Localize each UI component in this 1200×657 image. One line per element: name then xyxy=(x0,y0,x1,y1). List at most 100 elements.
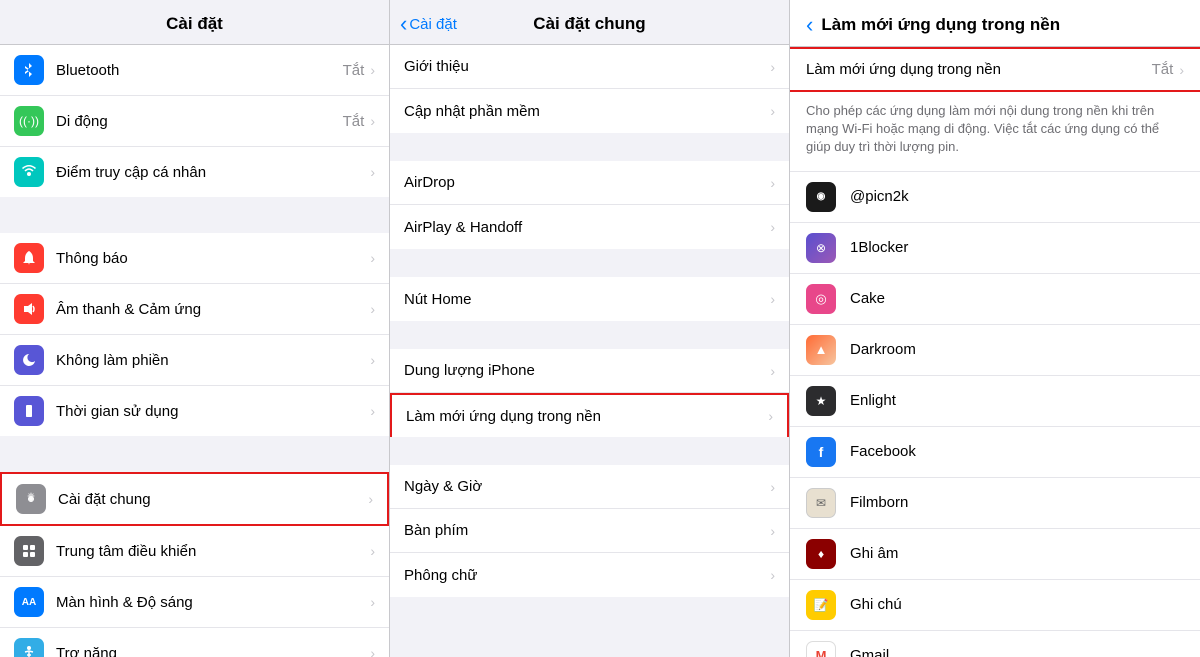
dnd-chevron xyxy=(370,352,375,368)
col2-list: Giới thiệu Cập nhật phần mềm AirDrop Air… xyxy=(390,45,789,657)
col2-back-button[interactable]: Cài đặt xyxy=(400,13,457,35)
filmborn-label: Filmborn xyxy=(850,494,1184,511)
sidebar-item-accessibility[interactable]: Trợ năng xyxy=(0,628,389,657)
darkroom-label: Darkroom xyxy=(850,341,1184,358)
bluetooth-label: Bluetooth xyxy=(56,62,343,79)
storage-label: Dung lượng iPhone xyxy=(404,362,770,379)
sidebar-item-control[interactable]: Trung tâm điều khiển xyxy=(0,526,389,577)
col2-item-background[interactable]: Làm mới ứng dụng trong nền xyxy=(390,393,789,437)
col2-back-label: Cài đặt xyxy=(409,16,457,33)
col2-header: Cài đặt Cài đặt chung xyxy=(390,0,789,45)
sounds-label: Âm thanh & Cảm ứng xyxy=(56,301,370,318)
col3-setting-label: Làm mới ứng dụng trong nền xyxy=(806,61,1152,78)
sidebar-item-hotspot[interactable]: Điểm truy cập cá nhân xyxy=(0,147,389,197)
ghichu-icon: 📝 xyxy=(806,590,836,620)
software-label: Cập nhật phần mềm xyxy=(404,103,770,120)
mobile-icon: ((·)) xyxy=(14,106,44,136)
software-chevron xyxy=(770,103,775,119)
col1-section-3: Cài đặt chung Trung tâm điều khiển AA Mà… xyxy=(0,472,389,657)
accessibility-chevron xyxy=(370,645,375,657)
app-item-facebook[interactable]: f Facebook xyxy=(790,427,1200,478)
sidebar-item-general[interactable]: Cài đặt chung xyxy=(0,472,389,526)
about-chevron xyxy=(770,59,775,75)
col3-setting-value: Tắt xyxy=(1152,61,1174,78)
control-chevron xyxy=(370,543,375,559)
app-item-filmborn[interactable]: ✉ Filmborn xyxy=(790,478,1200,529)
sidebar-item-notifications[interactable]: Thông báo xyxy=(0,233,389,284)
app-item-ghichu[interactable]: 📝 Ghi chú xyxy=(790,580,1200,631)
col3-back-button[interactable] xyxy=(806,14,813,36)
col2-item-datetime[interactable]: Ngày & Giờ xyxy=(390,465,789,509)
app-item-darkroom[interactable]: ▲ Darkroom xyxy=(790,325,1200,376)
keyboard-label: Bàn phím xyxy=(404,522,770,539)
app-item-1blocker[interactable]: ⊗ 1Blocker xyxy=(790,223,1200,274)
picn2k-icon: ◉ xyxy=(806,182,836,212)
facebook-label: Facebook xyxy=(850,443,1184,460)
sounds-icon xyxy=(14,294,44,324)
col1-gap-1 xyxy=(0,205,389,233)
app-item-picn2k[interactable]: ◉ @picn2k xyxy=(790,172,1200,223)
general-chevron xyxy=(368,491,373,507)
col2-item-keyboard[interactable]: Bàn phím xyxy=(390,509,789,553)
app-item-enlight[interactable]: ★ Enlight xyxy=(790,376,1200,427)
col2-item-about[interactable]: Giới thiệu xyxy=(390,45,789,89)
sidebar-item-bluetooth[interactable]: Bluetooth Tắt xyxy=(0,45,389,96)
col1-section-2: Thông báo Âm thanh & Cảm ứng Không làm p… xyxy=(0,233,389,436)
notifications-label: Thông báo xyxy=(56,250,370,267)
col3-header: Làm mới ứng dụng trong nền xyxy=(790,0,1200,47)
app-item-gmail[interactable]: M Gmail xyxy=(790,631,1200,657)
col2-section-5: Ngày & Giờ Bàn phím Phông chữ xyxy=(390,465,789,597)
ghiam-icon: ♦ xyxy=(806,539,836,569)
font-chevron xyxy=(770,567,775,583)
display-label: Màn hình & Độ sáng xyxy=(56,594,370,611)
sidebar-item-screentime[interactable]: Thời gian sử dụng xyxy=(0,386,389,436)
col2-section-4: Dung lượng iPhone Làm mới ứng dụng trong… xyxy=(390,349,789,437)
app-item-cake[interactable]: ◎ Cake xyxy=(790,274,1200,325)
col2-section-2: AirDrop AirPlay & Handoff xyxy=(390,161,789,249)
accessibility-label: Trợ năng xyxy=(56,645,370,657)
col2-gap-4 xyxy=(390,437,789,465)
mobile-label: Di động xyxy=(56,113,343,130)
screentime-label: Thời gian sử dụng xyxy=(56,403,370,420)
col2-section-1: Giới thiệu Cập nhật phần mềm xyxy=(390,45,789,133)
filmborn-icon: ✉ xyxy=(806,488,836,518)
cake-label: Cake xyxy=(850,290,1184,307)
col1-list: Bluetooth Tắt ((·)) Di động Tắt Điểm tru… xyxy=(0,45,389,657)
display-icon: AA xyxy=(14,587,44,617)
col3-top-setting[interactable]: Làm mới ứng dụng trong nền Tắt xyxy=(790,47,1200,92)
background-label: Làm mới ứng dụng trong nền xyxy=(406,408,768,425)
col3-app-list: ◉ @picn2k ⊗ 1Blocker ◎ Cake ▲ Darkroom ★… xyxy=(790,172,1200,657)
bluetooth-icon xyxy=(14,55,44,85)
col2-section-3: Nút Home xyxy=(390,277,789,321)
col2-item-software[interactable]: Cập nhật phần mềm xyxy=(390,89,789,133)
airplay-chevron xyxy=(770,219,775,235)
col2-item-storage[interactable]: Dung lượng iPhone xyxy=(390,349,789,393)
mobile-chevron xyxy=(370,113,375,129)
airdrop-chevron xyxy=(770,175,775,191)
background-refresh-column: Làm mới ứng dụng trong nền Làm mới ứng d… xyxy=(790,0,1200,657)
col2-item-airdrop[interactable]: AirDrop xyxy=(390,161,789,205)
ghiam-label: Ghi âm xyxy=(850,545,1184,562)
col1-header: Cài đặt xyxy=(0,0,389,45)
col2-item-airplay[interactable]: AirPlay & Handoff xyxy=(390,205,789,249)
bluetooth-value: Tắt xyxy=(343,62,365,79)
sidebar-item-dnd[interactable]: Không làm phiền xyxy=(0,335,389,386)
bluetooth-chevron xyxy=(370,62,375,78)
col2-item-font[interactable]: Phông chữ xyxy=(390,553,789,597)
app-item-ghiam[interactable]: ♦ Ghi âm xyxy=(790,529,1200,580)
datetime-chevron xyxy=(770,479,775,495)
hotspot-chevron xyxy=(370,164,375,180)
sidebar-item-mobile[interactable]: ((·)) Di động Tắt xyxy=(0,96,389,147)
display-chevron xyxy=(370,594,375,610)
col3-description: Cho phép các ứng dụng làm mới nội dung t… xyxy=(790,92,1200,172)
col2-item-home[interactable]: Nút Home xyxy=(390,277,789,321)
col2-back-arrow-icon xyxy=(400,13,407,35)
col1-section-1: Bluetooth Tắt ((·)) Di động Tắt Điểm tru… xyxy=(0,45,389,197)
1blocker-icon: ⊗ xyxy=(806,233,836,263)
col1-title: Cài đặt xyxy=(16,14,373,34)
keyboard-chevron xyxy=(770,523,775,539)
general-settings-column: Cài đặt Cài đặt chung Giới thiệu Cập nhậ… xyxy=(390,0,790,657)
font-label: Phông chữ xyxy=(404,567,770,584)
sidebar-item-display[interactable]: AA Màn hình & Độ sáng xyxy=(0,577,389,628)
sidebar-item-sounds[interactable]: Âm thanh & Cảm ứng xyxy=(0,284,389,335)
